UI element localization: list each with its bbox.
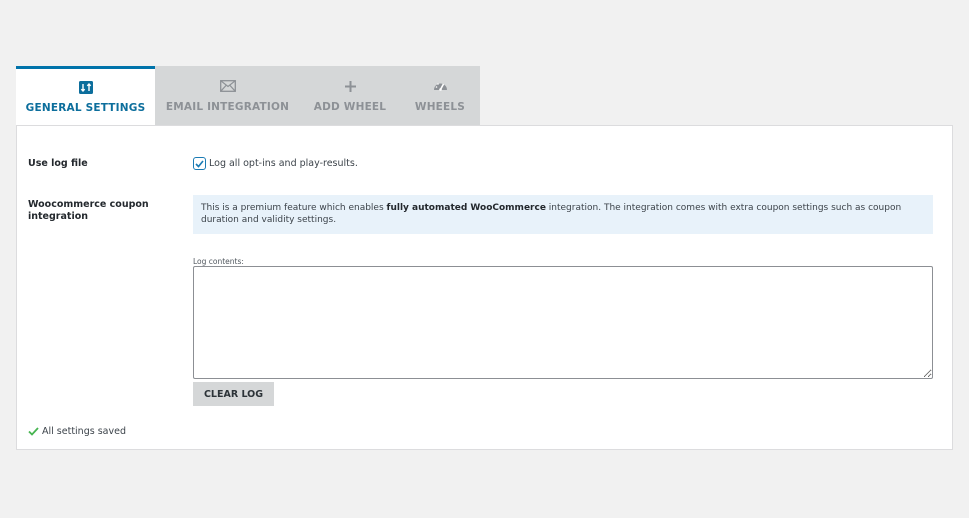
tab-general-settings[interactable]: GENERAL SETTINGS bbox=[16, 66, 155, 126]
tab-wheels[interactable]: WHEELS bbox=[400, 66, 480, 126]
tab-label: WHEELS bbox=[414, 101, 466, 113]
use-log-file-label: Use log file bbox=[28, 158, 88, 169]
save-status-text: All settings saved bbox=[42, 426, 126, 437]
log-checkbox-row[interactable]: Log all opt-ins and play-results. bbox=[193, 157, 358, 170]
tab-add-wheel[interactable]: ADD WHEEL bbox=[300, 66, 400, 126]
dashboard-icon bbox=[431, 78, 449, 94]
tab-label: ADD WHEEL bbox=[313, 101, 387, 113]
tab-label: EMAIL INTEGRATION bbox=[165, 101, 290, 113]
plus-icon bbox=[341, 78, 359, 94]
premium-notice: This is a premium feature which enables … bbox=[193, 195, 933, 234]
tab-label: GENERAL SETTINGS bbox=[25, 102, 146, 114]
sort-arrows-icon bbox=[77, 79, 95, 95]
tab-email-integration[interactable]: EMAIL INTEGRATION bbox=[155, 66, 300, 126]
clear-log-button[interactable]: CLEAR LOG bbox=[193, 382, 274, 406]
general-settings-panel: Use log file Log all opt-ins and play-re… bbox=[16, 125, 953, 450]
log-checkbox[interactable] bbox=[193, 157, 206, 170]
log-contents-label: Log contents: bbox=[193, 257, 244, 266]
notice-text-bold: fully automated WooCommerce bbox=[386, 203, 546, 213]
save-status: All settings saved bbox=[28, 426, 126, 437]
notice-text-prefix: This is a premium feature which enables bbox=[201, 203, 387, 213]
settings-tabs: GENERAL SETTINGS EMAIL INTEGRATION ADD W… bbox=[16, 66, 480, 126]
log-contents-textarea[interactable] bbox=[193, 266, 933, 379]
envelope-icon bbox=[219, 78, 237, 94]
coupon-integration-label: Woocommerce coupon integration bbox=[28, 199, 149, 222]
check-icon bbox=[28, 427, 39, 436]
checkmark-icon bbox=[195, 159, 204, 168]
log-checkbox-label: Log all opt-ins and play-results. bbox=[209, 158, 358, 169]
